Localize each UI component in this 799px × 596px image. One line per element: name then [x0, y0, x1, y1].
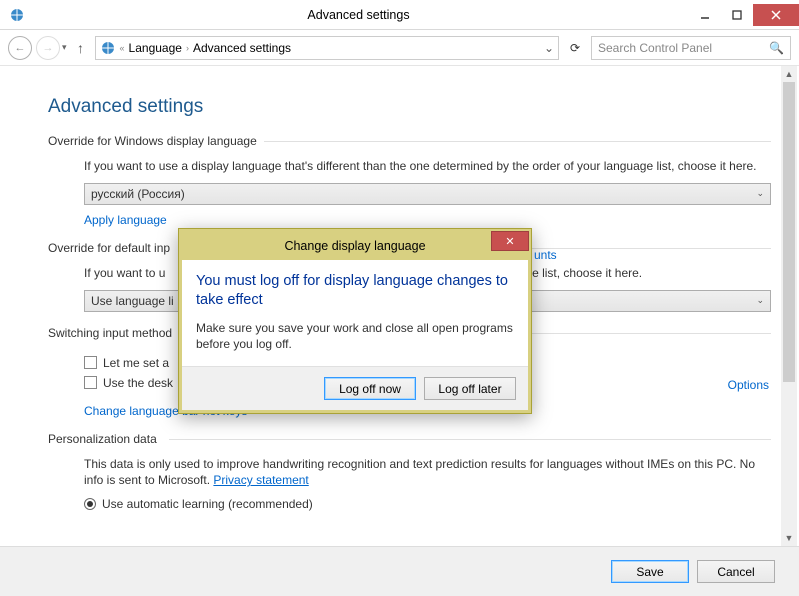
breadcrumb-item[interactable]: Language [129, 41, 182, 55]
dialog-heading: You must log off for display language ch… [196, 272, 514, 310]
chevron-right-icon: › [186, 43, 189, 53]
window-title: Advanced settings [28, 8, 689, 22]
back-button[interactable]: ← [8, 36, 32, 60]
checkbox-icon [84, 376, 97, 389]
options-link[interactable]: Options [728, 378, 769, 392]
dialog-buttons: Log off now Log off later [182, 366, 528, 410]
scroll-up-icon[interactable]: ▲ [781, 66, 797, 82]
search-input[interactable]: Search Control Panel 🔍 [591, 36, 791, 60]
titlebar: Advanced settings [0, 0, 799, 30]
close-button[interactable] [753, 4, 799, 26]
search-icon: 🔍 [769, 41, 784, 55]
logoff-later-button[interactable]: Log off later [424, 377, 516, 400]
chevron-down-icon: ⌄ [756, 295, 764, 306]
save-button[interactable]: Save [611, 560, 689, 583]
scroll-thumb[interactable] [783, 82, 795, 382]
dialog-message: Make sure you save your work and close a… [196, 320, 514, 352]
refresh-button[interactable]: ⟳ [563, 36, 587, 60]
language-icon [100, 40, 116, 56]
page-title: Advanced settings [48, 96, 771, 118]
checkbox-icon [84, 356, 97, 369]
breadcrumb[interactable]: « Language › Advanced settings ⌄ [95, 36, 559, 60]
search-placeholder: Search Control Panel [598, 41, 712, 55]
up-button[interactable]: ↑ [71, 40, 91, 56]
override-display-desc: If you want to use a display language th… [84, 158, 771, 175]
select-value: русский (Россия) [91, 187, 185, 201]
display-language-select[interactable]: русский (Россия) ⌄ [84, 183, 771, 205]
vertical-scrollbar[interactable]: ▲ ▼ [781, 66, 797, 546]
select-value: Use language li [91, 294, 174, 308]
section-override-display-title: Override for Windows display language [48, 134, 771, 148]
app-icon [6, 4, 28, 26]
footer: Save Cancel [0, 546, 799, 596]
dialog-close-button[interactable]: ✕ [491, 231, 529, 251]
scroll-down-icon[interactable]: ▼ [781, 530, 797, 546]
personalization-desc: This data is only used to improve handwr… [84, 456, 771, 490]
dialog-titlebar[interactable]: Change display language ✕ [182, 232, 528, 260]
bc-sep-icon: « [120, 43, 125, 53]
apply-language-link[interactable]: Apply language [84, 213, 167, 227]
window-controls [689, 4, 799, 26]
maximize-button[interactable] [721, 4, 753, 26]
chevron-down-icon: ⌄ [756, 188, 764, 199]
dialog-body: You must log off for display language ch… [182, 260, 528, 410]
cancel-button[interactable]: Cancel [697, 560, 775, 583]
minimize-button[interactable] [689, 4, 721, 26]
radio-icon [84, 498, 96, 510]
section-personalization: This data is only used to improve handwr… [48, 448, 771, 532]
chevron-down-icon[interactable]: ⌄ [544, 41, 554, 55]
logoff-now-button[interactable]: Log off now [324, 377, 416, 400]
accounts-link-fragment[interactable]: unts [534, 248, 557, 262]
privacy-link[interactable]: Privacy statement [213, 472, 308, 489]
radio-auto-learning[interactable]: Use automatic learning (recommended) [84, 497, 771, 511]
history-dropdown[interactable]: ▾ [62, 42, 67, 53]
breadcrumb-item[interactable]: Advanced settings [193, 41, 291, 55]
dialog-title: Change display language [284, 239, 425, 253]
section-personalization-title: Personalization data [48, 432, 771, 446]
navigation-bar: ← → ▾ ↑ « Language › Advanced settings ⌄… [0, 30, 799, 66]
forward-button[interactable]: → [36, 36, 60, 60]
change-language-dialog: Change display language ✕ You must log o… [178, 228, 532, 414]
